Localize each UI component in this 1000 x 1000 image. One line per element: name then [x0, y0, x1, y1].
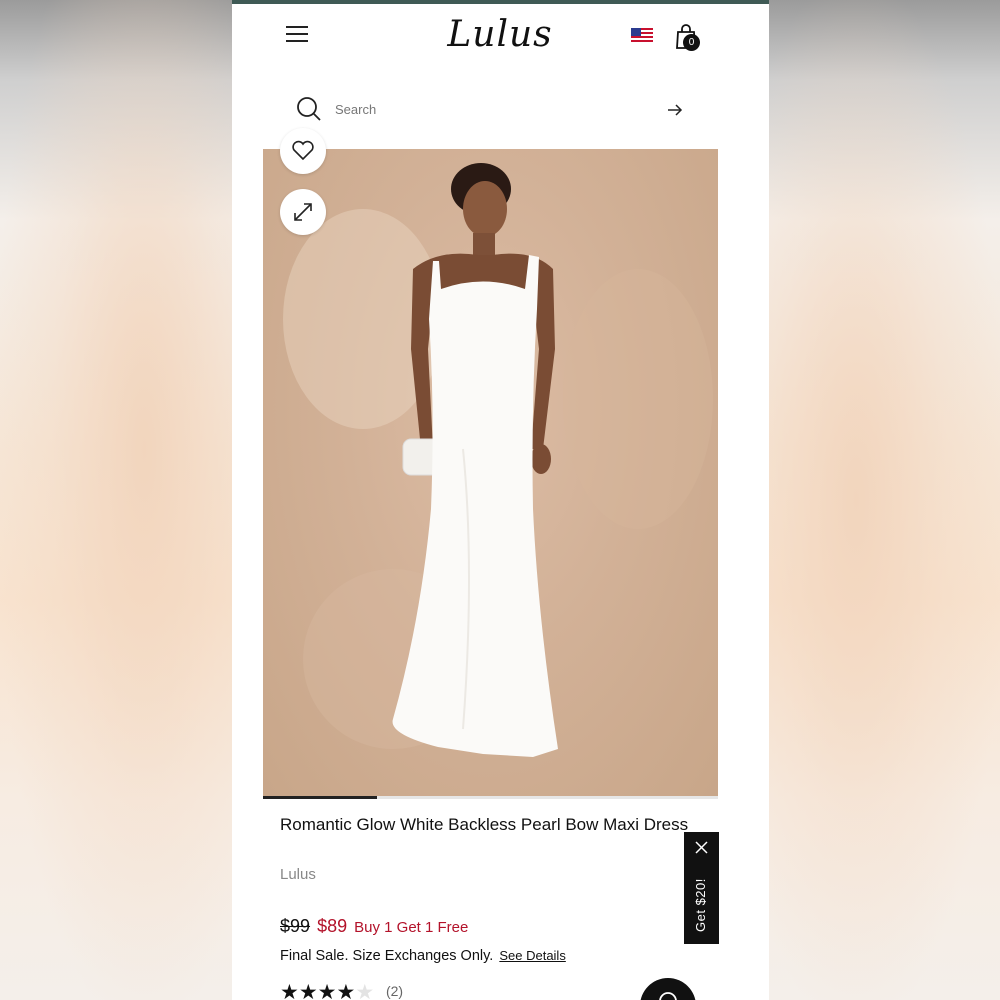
product-rating[interactable]: ★★★★★ (2) — [280, 980, 403, 1000]
arrow-right-icon[interactable] — [666, 102, 684, 118]
model-figure — [392, 163, 558, 757]
original-price: $99 — [280, 916, 311, 936]
final-sale-text: Final Sale. Size Exchanges Only. — [280, 948, 494, 964]
price-row: $99 $89 Buy 1 Get 1 Free — [280, 916, 468, 937]
get-20-promo-tab[interactable]: Get $20! — [684, 832, 719, 944]
star-filled-icon: ★ — [317, 981, 337, 1000]
star-filled-icon: ★ — [298, 981, 318, 1000]
product-brand[interactable]: Lulus — [280, 866, 316, 883]
chat-button[interactable] — [640, 978, 696, 1000]
see-details-link[interactable]: See Details — [499, 948, 565, 963]
expand-icon — [294, 203, 312, 221]
promo-text: Buy 1 Get 1 Free — [354, 919, 469, 936]
search-bar[interactable]: Search — [282, 84, 702, 134]
mobile-page: Lulus 0 Search Romantic Glow White Backl… — [232, 0, 769, 1000]
final-sale-notice: Final Sale. Size Exchanges Only. See Det… — [280, 948, 566, 964]
image-carousel-progress — [263, 796, 718, 799]
us-flag-icon[interactable] — [631, 28, 653, 42]
search-icon — [297, 97, 321, 121]
sale-price: $89 — [317, 916, 348, 936]
get-20-label: Get $20! — [693, 878, 708, 932]
heart-icon — [292, 140, 314, 161]
product-image[interactable] — [263, 149, 718, 796]
menu-icon[interactable] — [286, 26, 308, 44]
chat-icon — [659, 992, 677, 1000]
image-carousel-progress-fill — [263, 796, 377, 799]
site-header: Lulus 0 — [232, 4, 769, 74]
review-count[interactable]: (2) — [386, 983, 403, 999]
search-input[interactable]: Search — [335, 102, 376, 117]
star-filled-icon: ★ — [336, 981, 356, 1000]
star-filled-icon: ★ — [280, 981, 299, 1000]
site-logo[interactable]: Lulus — [445, 14, 555, 60]
cart-count-badge: 0 — [683, 34, 700, 51]
close-icon[interactable] — [695, 841, 708, 854]
product-title: Romantic Glow White Backless Pearl Bow M… — [280, 815, 689, 834]
favorite-button[interactable] — [280, 128, 326, 174]
rating-stars: ★★★★★ — [280, 981, 374, 1000]
expand-image-button[interactable] — [280, 189, 326, 235]
star-empty-icon: ★ — [355, 981, 375, 1000]
